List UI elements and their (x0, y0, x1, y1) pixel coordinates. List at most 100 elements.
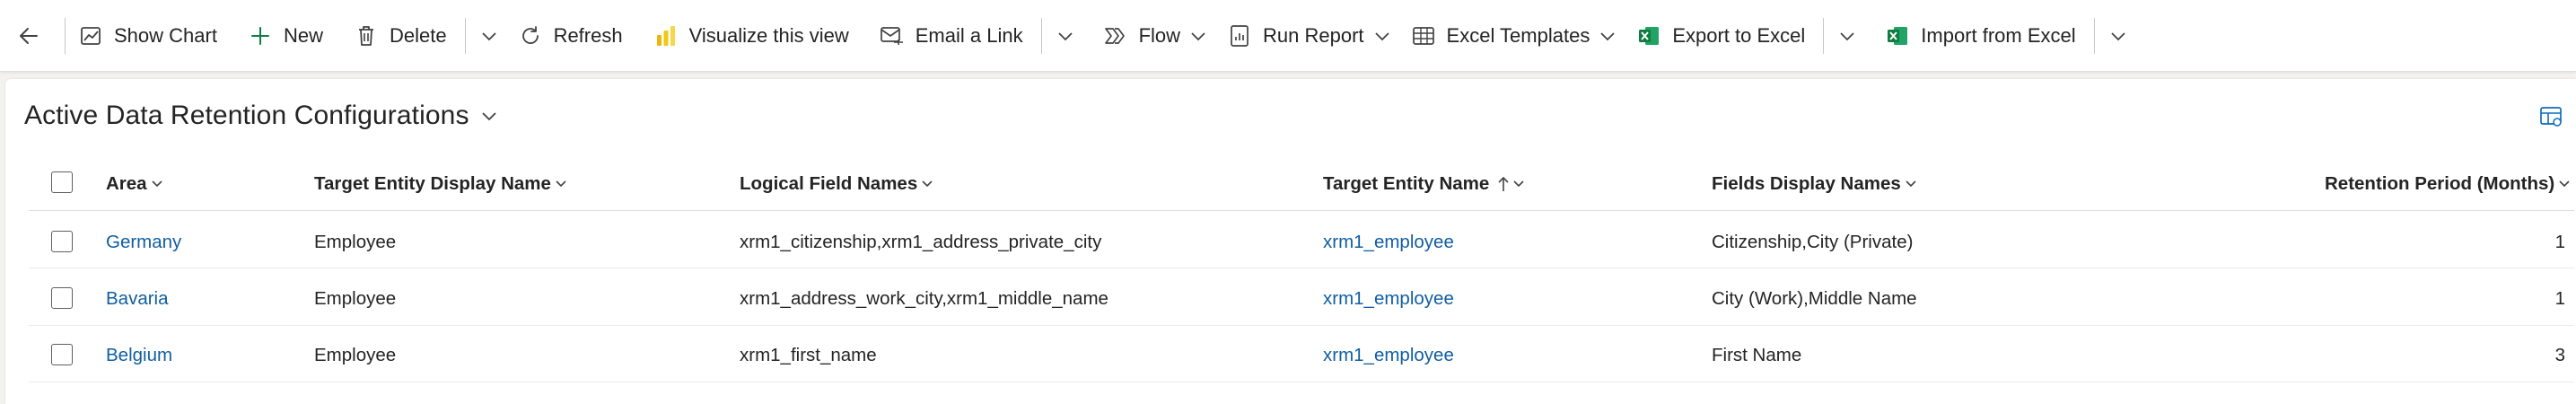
fields-display-names-cell: Citizenship,City (Private) (1712, 232, 1914, 252)
column-header-label: Target Entity Display Name (314, 173, 551, 194)
chart-icon (78, 23, 103, 48)
run-report-label: Run Report (1263, 23, 1364, 47)
logical-field-names-cell: xrm1_first_name (740, 345, 877, 365)
column-header-retention-period[interactable]: Retention Period (Months) (2325, 169, 2571, 199)
chevron-down-icon (2111, 31, 2125, 40)
logical-field-names-cell: xrm1_citizenship,xrm1_address_private_ci… (740, 232, 1102, 252)
logical-field-names-cell: xrm1_address_work_city,xrm1_middle_name (740, 288, 1108, 309)
export-to-excel-label: Export to Excel (1672, 23, 1806, 47)
delete-label: Delete (389, 23, 447, 47)
email-link-icon (880, 23, 905, 48)
new-label: New (283, 23, 323, 47)
chevron-down-icon (921, 180, 933, 189)
fields-display-names-cell: First Name (1712, 345, 1802, 365)
chevron-down-icon (151, 180, 163, 189)
area-link[interactable]: Belgium (106, 345, 172, 366)
more-commands-chevron[interactable] (471, 0, 507, 72)
toolbar-separator (464, 17, 466, 54)
column-header-label: Logical Field Names (740, 173, 918, 194)
email-link-chevron[interactable] (1047, 0, 1083, 72)
email-link-button[interactable]: Email a Link (880, 0, 1023, 72)
flow-icon (1103, 23, 1128, 48)
row-checkbox[interactable] (51, 344, 73, 365)
command-bar: Show Chart New Delete Refresh Visualize … (0, 0, 2576, 72)
flow-button[interactable]: Flow (1103, 0, 1180, 72)
chevron-down-icon (1840, 31, 1854, 40)
page-title: Active Data Retention Configurations (24, 101, 469, 130)
excel-templates-label: Excel Templates (1446, 23, 1590, 47)
chevron-down-icon (481, 31, 496, 40)
retention-period-cell: 1 (2554, 232, 2565, 252)
retention-period-cell: 1 (2554, 288, 2565, 309)
flow-chevron[interactable] (1180, 0, 1216, 72)
view-selector[interactable]: Active Data Retention Configurations (24, 101, 498, 131)
row-divider (29, 325, 2574, 326)
trash-icon (354, 23, 379, 48)
show-chart-label: Show Chart (114, 23, 217, 47)
area-link[interactable]: Bavaria (106, 288, 169, 310)
toolbar-separator (65, 17, 66, 54)
import-from-excel-chevron[interactable] (2100, 0, 2136, 72)
target-entity-name-link[interactable]: xrm1_employee (1323, 345, 1454, 366)
plus-icon (248, 23, 273, 48)
show-chart-button[interactable]: Show Chart (78, 0, 217, 72)
chevron-down-icon (1374, 31, 1389, 40)
select-all-checkbox[interactable] (51, 171, 73, 193)
area-link[interactable]: Germany (106, 232, 181, 253)
fields-display-names-cell: City (Work),Middle Name (1712, 288, 1917, 309)
column-header-fields-display-names[interactable]: Fields Display Names (1712, 169, 1917, 199)
column-header-target-entity-name[interactable]: Target Entity Name (1323, 169, 1525, 199)
row-checkbox[interactable] (51, 231, 73, 252)
run-report-chevron[interactable] (1364, 0, 1400, 72)
back-button[interactable] (16, 0, 59, 72)
run-report-button[interactable]: Run Report (1227, 0, 1364, 72)
target-entity-display-name-cell: Employee (314, 232, 397, 252)
refresh-icon (518, 23, 543, 48)
edit-columns-icon[interactable] (2538, 104, 2563, 129)
new-button[interactable]: New (248, 0, 323, 72)
target-entity-name-link[interactable]: xrm1_employee (1323, 288, 1454, 310)
column-header-area[interactable]: Area (106, 169, 163, 199)
excel-templates-button[interactable]: Excel Templates (1411, 0, 1590, 72)
header-divider (29, 210, 2574, 211)
column-header-logical-field-names[interactable]: Logical Field Names (740, 169, 933, 199)
refresh-label: Refresh (553, 23, 623, 47)
chevron-down-icon (555, 180, 567, 189)
row-checkbox[interactable] (51, 287, 73, 309)
email-link-label: Email a Link (915, 23, 1023, 47)
arrow-left-icon (16, 23, 41, 48)
column-header-label: Fields Display Names (1712, 173, 1901, 194)
chevron-down-icon (2558, 180, 2571, 189)
visualize-view-label: Visualize this view (688, 23, 849, 47)
excel-import-icon (1885, 23, 1910, 48)
export-to-excel-button[interactable]: Export to Excel (1636, 0, 1805, 72)
export-to-excel-chevron[interactable] (1829, 0, 1865, 72)
sort-ascending-icon (1498, 175, 1509, 193)
import-from-excel-button[interactable]: Import from Excel (1885, 0, 2076, 72)
column-header-label: Retention Period (Months) (2325, 173, 2555, 194)
excel-templates-icon (1411, 23, 1436, 48)
toolbar-separator (2093, 17, 2095, 54)
excel-icon (1636, 23, 1661, 48)
column-header-label: Area (106, 173, 147, 194)
chevron-down-icon (1905, 180, 1917, 189)
delete-button[interactable]: Delete (354, 0, 447, 72)
import-from-excel-label: Import from Excel (1921, 23, 2076, 47)
power-bi-icon (653, 23, 679, 48)
target-entity-name-link[interactable]: xrm1_employee (1323, 232, 1454, 253)
report-icon (1227, 23, 1252, 48)
target-entity-display-name-cell: Employee (314, 288, 397, 309)
chevron-down-icon (1057, 31, 1073, 40)
toolbar-separator (1040, 17, 1042, 54)
chevron-down-icon (1512, 180, 1525, 189)
chevron-down-icon (1191, 31, 1205, 40)
column-header-label: Target Entity Name (1323, 173, 1490, 194)
target-entity-display-name-cell: Employee (314, 345, 397, 365)
retention-period-cell: 3 (2554, 345, 2565, 365)
toolbar-separator (1823, 17, 1825, 54)
refresh-button[interactable]: Refresh (518, 0, 623, 72)
column-header-target-entity-display-name[interactable]: Target Entity Display Name (314, 169, 567, 199)
flow-label: Flow (1138, 23, 1181, 47)
visualize-view-button[interactable]: Visualize this view (653, 0, 849, 72)
excel-templates-chevron[interactable] (1590, 0, 1625, 72)
